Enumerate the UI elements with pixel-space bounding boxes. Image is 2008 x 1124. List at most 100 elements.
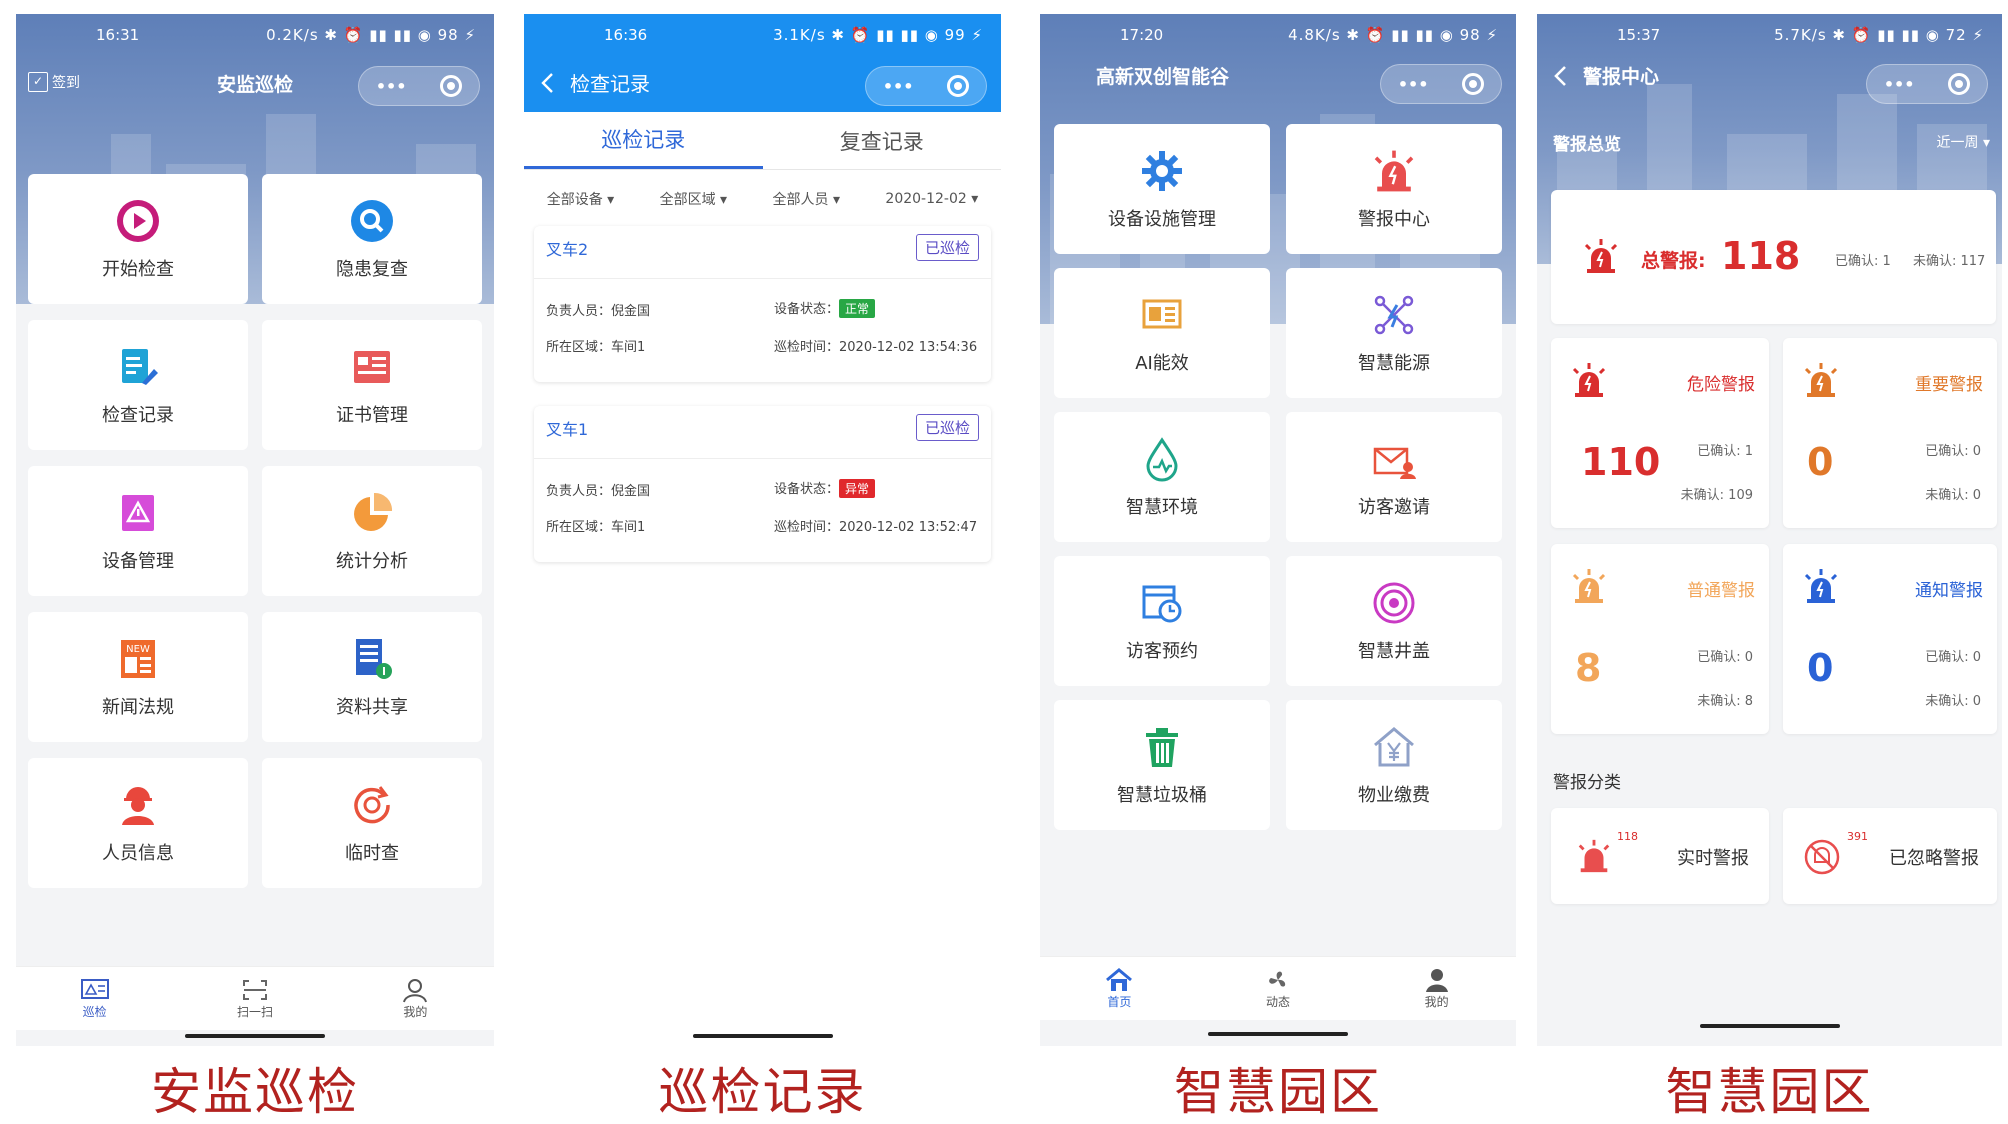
phone-inspection-records: 16:36 3.1K/s ✱ ⏰ ▮▮ ▮▮ ◉ 99 ⚡ 检查记录 ••• 巡… [524, 14, 1001, 1046]
status-label: 设备状态： [774, 302, 840, 317]
tile-10[interactable]: 临时查 [262, 758, 482, 888]
area-label: 所在区域： [546, 520, 612, 535]
status-label: 设备状态： [774, 482, 840, 497]
tab-mine-label: 我的 [403, 1005, 428, 1019]
back-button[interactable]: 检查记录 [540, 68, 650, 97]
divider [534, 458, 991, 459]
filter-area[interactable]: 全部区域 ▾ [660, 189, 727, 209]
tile-label: 设备设施管理 [1108, 209, 1216, 230]
back-button[interactable]: 警报中心 [1553, 62, 1659, 89]
range-dropdown[interactable]: 近一周 ▾ [1937, 132, 1990, 152]
filter-person[interactable]: 全部人员 ▾ [773, 189, 840, 209]
close-target-icon[interactable] [440, 75, 463, 97]
tile-9[interactable]: 智慧垃圾桶 [1054, 700, 1270, 830]
trash-icon [1138, 723, 1186, 771]
category-ignored[interactable]: 391 已忽略警报 [1783, 808, 1997, 904]
status-time: 15:37 [1617, 26, 1661, 44]
tile-label: 访客预约 [1126, 641, 1198, 662]
record-person: 负责人员：倪金国 [546, 480, 650, 499]
filter-device[interactable]: 全部设备 ▾ [547, 189, 614, 209]
alarm-type-card[interactable]: 重要警报 0 已确认: 0 未确认: 0 [1783, 338, 1997, 528]
tile-label: 警报中心 [1358, 209, 1430, 230]
house-yen-icon [1370, 723, 1418, 771]
tab-patrol-records[interactable]: 巡检记录 [524, 112, 763, 169]
chevron-left-icon [541, 72, 553, 93]
alarm-type-card[interactable]: 普通警报 8 已确认: 0 未确认: 8 [1551, 544, 1769, 734]
alarm-siren-icon [1584, 239, 1618, 273]
alarm-type-count: 8 [1575, 646, 1602, 690]
total-alarm-card[interactable]: 总警报: 118 已确认: 1 未确认: 117 [1551, 190, 1996, 324]
home-indicator [1699, 1024, 1840, 1028]
time-value: 2020-12-02 13:52:47 [839, 520, 978, 535]
filter-date[interactable]: 2020-12-02 ▾ [885, 191, 978, 207]
tab-home[interactable]: 首页 [1104, 967, 1134, 1010]
tile-4[interactable]: 证书管理 [262, 320, 482, 450]
area-label: 所在区域： [546, 340, 612, 355]
close-target-icon[interactable] [1462, 73, 1485, 95]
caption-phone1: 安监巡检 [151, 1063, 359, 1121]
record-area: 所在区域：车间1 [546, 336, 645, 355]
tile-3[interactable]: AI能效 [1054, 268, 1270, 398]
tab-recheck-records[interactable]: 复查记录 [763, 112, 1002, 169]
worker-icon [114, 781, 162, 829]
close-target-icon[interactable] [947, 75, 970, 97]
close-target-icon[interactable] [1948, 73, 1971, 95]
tab-mine[interactable]: 我的 [1422, 967, 1452, 1010]
alarm-siren-icon [1569, 568, 1609, 608]
tile-7[interactable]: NEW 新闻法规 [28, 612, 248, 742]
tile-1[interactable]: 开始检查 [28, 174, 248, 304]
alarm-type-card[interactable]: 危险警报 110 已确认: 1 未确认: 109 [1551, 338, 1769, 528]
record-area: 所在区域：车间1 [546, 516, 645, 535]
record-time: 巡检时间：2020-12-02 13:54:36 [774, 336, 977, 355]
gear-icon [1138, 147, 1186, 195]
tile-label: 检查记录 [102, 405, 174, 426]
tile-label: 新闻法规 [102, 697, 174, 718]
tab-mine[interactable]: 我的 [400, 977, 430, 1020]
tile-label: 统计分析 [336, 551, 408, 572]
tab-inspect[interactable]: 巡检 [80, 977, 110, 1020]
total-unconfirmed: 未确认: 117 [1913, 254, 1986, 269]
tab-dynamic-label: 动态 [1265, 995, 1290, 1009]
search-circle-icon [348, 197, 396, 245]
tile-9[interactable]: 人员信息 [28, 758, 248, 888]
mini-program-capsule: ••• [1380, 64, 1502, 104]
tile-label: 开始检查 [102, 259, 174, 280]
more-icon[interactable]: ••• [1398, 75, 1429, 94]
tile-label: 智慧垃圾桶 [1117, 785, 1207, 806]
home-indicator [185, 1034, 325, 1038]
tile-10[interactable]: 物业缴费 [1286, 700, 1502, 830]
category-ignored-label: 已忽略警报 [1889, 848, 1979, 869]
category-realtime-count: 118 [1617, 830, 1638, 843]
more-icon[interactable]: ••• [883, 77, 914, 96]
alarm-type-name: 通知警报 [1915, 581, 1983, 601]
person-value: 倪金国 [611, 304, 651, 319]
filter-row: 全部设备 ▾ 全部区域 ▾ 全部人员 ▾ 2020-12-02 ▾ [524, 182, 1001, 216]
alarm-type-card[interactable]: 通知警报 0 已确认: 0 未确认: 0 [1783, 544, 1997, 734]
tile-8[interactable]: 资料共享 [262, 612, 482, 742]
tile-5[interactable]: 智慧环境 [1054, 412, 1270, 542]
tile-6[interactable]: 访客邀请 [1286, 412, 1502, 542]
tab-scan[interactable]: 扫一扫 [237, 977, 273, 1020]
status-time: 16:31 [96, 26, 140, 44]
fan-icon [1269, 971, 1286, 987]
more-icon[interactable]: ••• [1884, 75, 1915, 94]
refresh-target-icon [348, 781, 396, 829]
tile-6[interactable]: 统计分析 [262, 466, 482, 596]
more-icon[interactable]: ••• [376, 77, 407, 96]
category-realtime-label: 实时警报 [1677, 848, 1749, 869]
page-title: 检查记录 [570, 72, 650, 96]
tile-5[interactable]: 设备管理 [28, 466, 248, 596]
tile-2[interactable]: 隐患复查 [262, 174, 482, 304]
tile-3[interactable]: 检查记录 [28, 320, 248, 450]
tile-8[interactable]: 智慧井盖 [1286, 556, 1502, 686]
tile-4[interactable]: 智慧能源 [1286, 268, 1502, 398]
record-card[interactable]: 叉车1 已巡检 负责人员：倪金国 设备状态： 异常 所在区域：车间1 巡检时间：2020-1… [534, 406, 991, 562]
tab-dynamic[interactable]: 动态 [1263, 967, 1293, 1010]
category-realtime[interactable]: 118 实时警报 [1551, 808, 1769, 904]
status-bar: 16:31 0.2K/s ✱ ⏰ ▮▮ ▮▮ ◉ 98 ⚡ [16, 14, 494, 52]
tile-7[interactable]: 访客预约 [1054, 556, 1270, 686]
tile-1[interactable]: 设备设施管理 [1054, 124, 1270, 254]
tile-2[interactable]: 警报中心 [1286, 124, 1502, 254]
tile-label: 证书管理 [336, 405, 408, 426]
record-card[interactable]: 叉车2 已巡检 负责人员：倪金国 设备状态： 正常 所在区域：车间1 巡检时间：2020-1… [534, 226, 991, 382]
